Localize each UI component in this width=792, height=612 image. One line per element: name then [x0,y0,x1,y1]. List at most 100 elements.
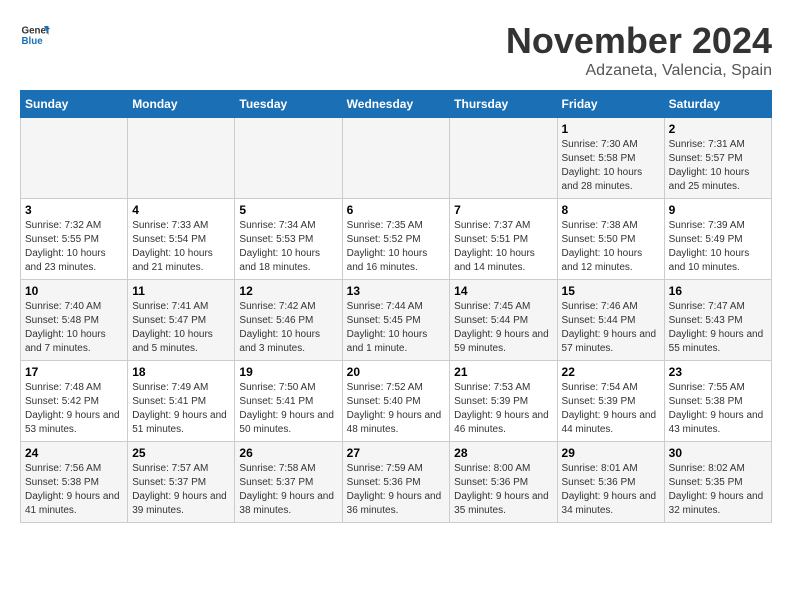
day-info: Sunrise: 7:44 AM Sunset: 5:45 PM Dayligh… [347,300,446,356]
calendar-cell: 26Sunrise: 7:58 AM Sunset: 5:37 PM Dayli… [235,442,342,523]
day-number: 25 [132,446,230,460]
day-info: Sunrise: 8:01 AM Sunset: 5:36 PM Dayligh… [562,462,660,518]
calendar-week-1: 1 Sunrise: 7:30 AM Sunset: 5:58 PM Daylig… [21,118,772,199]
day-info: Sunrise: 7:50 AM Sunset: 5:41 PM Dayligh… [239,381,337,437]
calendar-cell: 18 Sunrise: 7:49 AM Sunset: 5:41 PM Dayli… [128,361,235,442]
calendar-week-5: 24 Sunrise: 7:56 AM Sunset: 5:38 PM Dayli… [21,442,772,523]
weekday-header-sunday: Sunday [21,91,128,118]
calendar-cell: 27 Sunrise: 7:59 AM Sunset: 5:36 PM Dayli… [342,442,450,523]
day-info: Sunrise: 7:56 AM Sunset: 5:38 PM Dayligh… [25,462,123,518]
calendar-cell: 22 Sunrise: 7:54 AM Sunset: 5:39 PM Dayli… [557,361,664,442]
day-number: 22 [562,365,660,379]
location: Adzaneta, Valencia, Spain [506,62,772,80]
day-info: Sunrise: 7:35 AM Sunset: 5:52 PM Dayligh… [347,219,446,275]
weekday-header-monday: Monday [128,91,235,118]
title-block: November 2024 Adzaneta, Valencia, Spain [506,20,772,80]
day-number: 29 [562,446,660,460]
day-number: 3 [25,203,123,217]
day-info: Sunrise: 7:57 AM Sunset: 5:37 PM Dayligh… [132,462,230,518]
day-info: Sunrise: 7:49 AM Sunset: 5:41 PM Dayligh… [132,381,230,437]
calendar-table: SundayMondayTuesdayWednesdayThursdayFrid… [20,90,772,523]
logo-icon: General Blue [20,20,50,50]
day-info: Sunrise: 7:38 AM Sunset: 5:50 PM Dayligh… [562,219,660,275]
day-number: 17 [25,365,123,379]
calendar-week-2: 3 Sunrise: 7:32 AM Sunset: 5:55 PM Daylig… [21,199,772,280]
day-info: Sunrise: 7:46 AM Sunset: 5:44 PM Dayligh… [562,300,660,356]
weekday-header-tuesday: Tuesday [235,91,342,118]
calendar-cell: 4Sunrise: 7:33 AM Sunset: 5:54 PM Daylig… [128,199,235,280]
calendar-cell: 30 Sunrise: 8:02 AM Sunset: 5:35 PM Dayli… [664,442,771,523]
weekday-header-thursday: Thursday [450,91,557,118]
calendar-cell: 19 Sunrise: 7:50 AM Sunset: 5:41 PM Dayli… [235,361,342,442]
day-number: 5 [239,203,337,217]
day-info: Sunrise: 7:30 AM Sunset: 5:58 PM Dayligh… [562,138,660,194]
calendar-cell: 13 Sunrise: 7:44 AM Sunset: 5:45 PM Dayli… [342,280,450,361]
calendar-cell [450,118,557,199]
calendar-cell: 20 Sunrise: 7:52 AM Sunset: 5:40 PM Dayli… [342,361,450,442]
day-number: 21 [454,365,552,379]
day-info: Sunrise: 7:55 AM Sunset: 5:38 PM Dayligh… [669,381,767,437]
day-info: Sunrise: 7:48 AM Sunset: 5:42 PM Dayligh… [25,381,123,437]
day-number: 8 [562,203,660,217]
day-info: Sunrise: 7:33 AM Sunset: 5:54 PM Dayligh… [132,219,230,275]
day-number: 28 [454,446,552,460]
calendar-cell: 12Sunrise: 7:42 AM Sunset: 5:46 PM Dayli… [235,280,342,361]
calendar-cell: 6 Sunrise: 7:35 AM Sunset: 5:52 PM Daylig… [342,199,450,280]
day-number: 10 [25,284,123,298]
day-info: Sunrise: 7:45 AM Sunset: 5:44 PM Dayligh… [454,300,552,356]
day-number: 11 [132,284,230,298]
day-info: Sunrise: 7:34 AM Sunset: 5:53 PM Dayligh… [239,219,337,275]
weekday-header-wednesday: Wednesday [342,91,450,118]
calendar-cell [21,118,128,199]
day-info: Sunrise: 7:59 AM Sunset: 5:36 PM Dayligh… [347,462,446,518]
day-info: Sunrise: 7:37 AM Sunset: 5:51 PM Dayligh… [454,219,552,275]
day-number: 14 [454,284,552,298]
calendar-cell: 28 Sunrise: 8:00 AM Sunset: 5:36 PM Dayli… [450,442,557,523]
day-number: 2 [669,122,767,136]
day-number: 27 [347,446,446,460]
day-number: 30 [669,446,767,460]
day-info: Sunrise: 7:58 AM Sunset: 5:37 PM Dayligh… [239,462,337,518]
day-info: Sunrise: 8:00 AM Sunset: 5:36 PM Dayligh… [454,462,552,518]
calendar-cell: 11 Sunrise: 7:41 AM Sunset: 5:47 PM Dayli… [128,280,235,361]
day-info: Sunrise: 7:40 AM Sunset: 5:48 PM Dayligh… [25,300,123,356]
calendar-cell: 15 Sunrise: 7:46 AM Sunset: 5:44 PM Dayli… [557,280,664,361]
calendar-cell [342,118,450,199]
calendar-cell: 24 Sunrise: 7:56 AM Sunset: 5:38 PM Dayli… [21,442,128,523]
weekday-header-saturday: Saturday [664,91,771,118]
day-number: 13 [347,284,446,298]
month-title: November 2024 [506,20,772,62]
day-info: Sunrise: 7:41 AM Sunset: 5:47 PM Dayligh… [132,300,230,356]
day-number: 23 [669,365,767,379]
calendar-cell: 8 Sunrise: 7:38 AM Sunset: 5:50 PM Daylig… [557,199,664,280]
calendar-cell: 21 Sunrise: 7:53 AM Sunset: 5:39 PM Dayli… [450,361,557,442]
weekday-header-row: SundayMondayTuesdayWednesdayThursdayFrid… [21,91,772,118]
calendar-cell [235,118,342,199]
calendar-cell: 16 Sunrise: 7:47 AM Sunset: 5:43 PM Dayli… [664,280,771,361]
day-number: 19 [239,365,337,379]
calendar-cell: 9Sunrise: 7:39 AM Sunset: 5:49 PM Daylig… [664,199,771,280]
calendar-cell: 5 Sunrise: 7:34 AM Sunset: 5:53 PM Daylig… [235,199,342,280]
svg-text:Blue: Blue [22,36,44,47]
day-info: Sunrise: 7:52 AM Sunset: 5:40 PM Dayligh… [347,381,446,437]
day-info: Sunrise: 7:32 AM Sunset: 5:55 PM Dayligh… [25,219,123,275]
day-number: 15 [562,284,660,298]
day-number: 6 [347,203,446,217]
calendar-week-4: 17 Sunrise: 7:48 AM Sunset: 5:42 PM Dayli… [21,361,772,442]
day-info: Sunrise: 7:47 AM Sunset: 5:43 PM Dayligh… [669,300,767,356]
day-number: 16 [669,284,767,298]
calendar-cell: 29 Sunrise: 8:01 AM Sunset: 5:36 PM Dayli… [557,442,664,523]
calendar-cell: 10 Sunrise: 7:40 AM Sunset: 5:48 PM Dayli… [21,280,128,361]
day-number: 20 [347,365,446,379]
calendar-cell: 17 Sunrise: 7:48 AM Sunset: 5:42 PM Dayli… [21,361,128,442]
day-number: 24 [25,446,123,460]
day-info: Sunrise: 7:54 AM Sunset: 5:39 PM Dayligh… [562,381,660,437]
day-number: 1 [562,122,660,136]
calendar-cell: 1 Sunrise: 7:30 AM Sunset: 5:58 PM Daylig… [557,118,664,199]
logo: General Blue [20,20,50,50]
day-info: Sunrise: 7:53 AM Sunset: 5:39 PM Dayligh… [454,381,552,437]
day-info: Sunrise: 7:31 AM Sunset: 5:57 PM Dayligh… [669,138,767,194]
day-number: 12 [239,284,337,298]
day-info: Sunrise: 8:02 AM Sunset: 5:35 PM Dayligh… [669,462,767,518]
day-number: 18 [132,365,230,379]
